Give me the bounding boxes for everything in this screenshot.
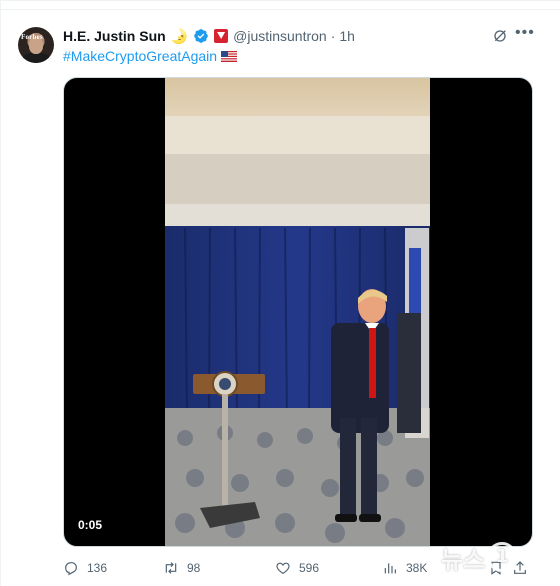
views-button[interactable]: 38K [382, 557, 427, 579]
repost-button[interactable]: 98 [163, 557, 200, 579]
separator-dot: · [330, 28, 336, 44]
like-count: 596 [299, 561, 320, 575]
video-frame [165, 78, 430, 546]
watermark-circle: 1 [487, 542, 518, 572]
reply-button[interactable]: 136 [63, 557, 107, 579]
author-handle[interactable]: @justinsuntron [233, 28, 327, 44]
repost-icon [165, 562, 177, 574]
video-duration: 0:05 [73, 516, 108, 534]
grok-icon[interactable] [492, 28, 508, 44]
watermark-text: 뉴스 [441, 545, 486, 574]
tron-badge-icon[interactable] [214, 29, 229, 43]
views-chart-icon [384, 563, 396, 574]
avatar-suit [22, 53, 50, 63]
hashtag-link[interactable]: #MakeCryptoGreatAgain [63, 48, 217, 64]
avatar-forbes-text: Forbes [21, 33, 43, 41]
author-name[interactable]: H.E. Justin Sun [63, 28, 166, 44]
news1-watermark: 뉴스 1 [441, 537, 556, 577]
tweet-card[interactable]: Forbes H.E. Justin Sun 🌛 @justinsuntron … [0, 0, 560, 586]
us-flag-icon [221, 50, 238, 62]
previous-tweet-divider [1, 1, 560, 10]
reply-count: 136 [87, 561, 108, 575]
views-count: 38K [406, 561, 428, 575]
video-player[interactable]: 0:05 [63, 77, 533, 547]
repost-count: 98 [187, 561, 201, 575]
tweet-text: #MakeCryptoGreatAgain [63, 48, 238, 64]
verified-icon[interactable] [193, 28, 209, 44]
timestamp[interactable]: 1h [339, 28, 355, 44]
more-icon[interactable]: ••• [515, 25, 534, 43]
tweet-header: H.E. Justin Sun 🌛 @justinsuntron · 1h [63, 27, 355, 45]
heart-icon [276, 562, 290, 575]
avatar[interactable]: Forbes [18, 27, 54, 63]
reply-icon [65, 562, 77, 576]
like-button[interactable]: 596 [275, 557, 319, 579]
moon-icon: 🌛 [170, 27, 189, 44]
